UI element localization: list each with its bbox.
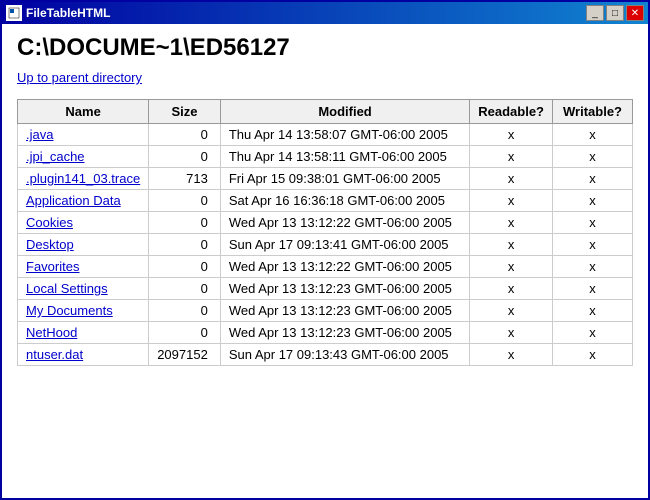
directory-path: C:\DOCUME~1\ED56127 <box>17 34 633 62</box>
file-modified-cell: Fri Apr 15 09:38:01 GMT-06:00 2005 <box>220 168 469 190</box>
file-modified-cell: Sun Apr 17 09:13:41 GMT-06:00 2005 <box>220 234 469 256</box>
file-name-link[interactable]: Application Data <box>26 193 121 208</box>
file-writable-cell: x <box>553 212 633 234</box>
file-readable-cell: x <box>470 300 553 322</box>
column-header-modified: Modified <box>220 100 469 124</box>
file-modified-cell: Wed Apr 13 13:12:23 GMT-06:00 2005 <box>220 322 469 344</box>
file-name-cell: My Documents <box>18 300 149 322</box>
file-readable-cell: x <box>470 234 553 256</box>
file-modified-cell: Wed Apr 13 13:12:23 GMT-06:00 2005 <box>220 300 469 322</box>
file-name-link[interactable]: Cookies <box>26 215 73 230</box>
file-modified-cell: Wed Apr 13 13:12:23 GMT-06:00 2005 <box>220 278 469 300</box>
file-name-cell: Favorites <box>18 256 149 278</box>
main-window: FileTableHTML _ □ ✕ C:\DOCUME~1\ED56127 … <box>0 0 650 500</box>
table-row: Application Data 0Sat Apr 16 16:36:18 GMT… <box>18 190 633 212</box>
file-readable-cell: x <box>470 322 553 344</box>
table-row: Desktop 0Sun Apr 17 09:13:41 GMT-06:00 20… <box>18 234 633 256</box>
file-size-cell: 0 <box>149 256 221 278</box>
file-writable-cell: x <box>553 190 633 212</box>
file-name-cell: Desktop <box>18 234 149 256</box>
file-readable-cell: x <box>470 212 553 234</box>
file-size-cell: 0 <box>149 146 221 168</box>
close-button[interactable]: ✕ <box>626 5 644 21</box>
file-name-link[interactable]: .plugin141_03.trace <box>26 171 140 186</box>
file-name-link[interactable]: Favorites <box>26 259 79 274</box>
table-row: Local Settings 0Wed Apr 13 13:12:23 GMT-0… <box>18 278 633 300</box>
file-readable-cell: x <box>470 168 553 190</box>
content-area: C:\DOCUME~1\ED56127 Up to parent directo… <box>2 24 648 498</box>
file-writable-cell: x <box>553 168 633 190</box>
file-writable-cell: x <box>553 146 633 168</box>
table-row: .jpi_cache 0Thu Apr 14 13:58:11 GMT-06:00… <box>18 146 633 168</box>
table-row: .java 0Thu Apr 14 13:58:07 GMT-06:00 2005… <box>18 124 633 146</box>
file-name-link[interactable]: My Documents <box>26 303 113 318</box>
file-writable-cell: x <box>553 234 633 256</box>
table-row: ntuser.dat 2097152Sun Apr 17 09:13:43 GMT… <box>18 344 633 366</box>
file-readable-cell: x <box>470 146 553 168</box>
table-row: NetHood 0Wed Apr 13 13:12:23 GMT-06:00 20… <box>18 322 633 344</box>
table-row: .plugin141_03.trace 713Fri Apr 15 09:38:0… <box>18 168 633 190</box>
file-name-cell: ntuser.dat <box>18 344 149 366</box>
file-readable-cell: x <box>470 344 553 366</box>
title-bar-left: FileTableHTML <box>6 5 110 21</box>
file-writable-cell: x <box>553 124 633 146</box>
column-header-name: Name <box>18 100 149 124</box>
file-modified-cell: Wed Apr 13 13:12:22 GMT-06:00 2005 <box>220 256 469 278</box>
file-name-cell: .plugin141_03.trace <box>18 168 149 190</box>
file-modified-cell: Sat Apr 16 16:36:18 GMT-06:00 2005 <box>220 190 469 212</box>
window-icon <box>6 5 22 21</box>
file-readable-cell: x <box>470 278 553 300</box>
file-name-cell: Application Data <box>18 190 149 212</box>
parent-directory-link[interactable]: Up to parent directory <box>17 70 633 85</box>
window-title: FileTableHTML <box>26 6 110 20</box>
file-readable-cell: x <box>470 256 553 278</box>
table-header-row: Name Size Modified Readable? Writable? <box>18 100 633 124</box>
file-writable-cell: x <box>553 256 633 278</box>
column-header-size: Size <box>149 100 221 124</box>
file-modified-cell: Wed Apr 13 13:12:22 GMT-06:00 2005 <box>220 212 469 234</box>
file-size-cell: 0 <box>149 322 221 344</box>
file-modified-cell: Sun Apr 17 09:13:43 GMT-06:00 2005 <box>220 344 469 366</box>
file-size-cell: 0 <box>149 124 221 146</box>
file-writable-cell: x <box>553 278 633 300</box>
minimize-button[interactable]: _ <box>586 5 604 21</box>
file-name-link[interactable]: Local Settings <box>26 281 108 296</box>
file-name-cell: Cookies <box>18 212 149 234</box>
maximize-button[interactable]: □ <box>606 5 624 21</box>
file-name-link[interactable]: .jpi_cache <box>26 149 85 164</box>
file-name-link[interactable]: NetHood <box>26 325 77 340</box>
file-table-body: .java0Thu Apr 14 13:58:07 GMT-06:00 2005… <box>18 124 633 366</box>
file-size-cell: 0 <box>149 190 221 212</box>
file-name-link[interactable]: .java <box>26 127 53 142</box>
file-writable-cell: x <box>553 344 633 366</box>
file-writable-cell: x <box>553 322 633 344</box>
file-name-link[interactable]: ntuser.dat <box>26 347 83 362</box>
file-readable-cell: x <box>470 124 553 146</box>
column-header-readable: Readable? <box>470 100 553 124</box>
file-name-cell: .java <box>18 124 149 146</box>
file-modified-cell: Thu Apr 14 13:58:07 GMT-06:00 2005 <box>220 124 469 146</box>
file-size-cell: 0 <box>149 300 221 322</box>
table-row: Cookies 0Wed Apr 13 13:12:22 GMT-06:00 20… <box>18 212 633 234</box>
file-size-cell: 0 <box>149 278 221 300</box>
file-modified-cell: Thu Apr 14 13:58:11 GMT-06:00 2005 <box>220 146 469 168</box>
file-size-cell: 713 <box>149 168 221 190</box>
title-buttons: _ □ ✕ <box>586 5 644 21</box>
file-size-cell: 0 <box>149 234 221 256</box>
table-row: My Documents 0Wed Apr 13 13:12:23 GMT-06:… <box>18 300 633 322</box>
file-name-cell: Local Settings <box>18 278 149 300</box>
title-bar: FileTableHTML _ □ ✕ <box>2 2 648 24</box>
file-name-cell: NetHood <box>18 322 149 344</box>
file-size-cell: 2097152 <box>149 344 221 366</box>
file-name-cell: .jpi_cache <box>18 146 149 168</box>
file-readable-cell: x <box>470 190 553 212</box>
file-writable-cell: x <box>553 300 633 322</box>
file-name-link[interactable]: Desktop <box>26 237 74 252</box>
file-size-cell: 0 <box>149 212 221 234</box>
table-row: Favorites 0Wed Apr 13 13:12:22 GMT-06:00 … <box>18 256 633 278</box>
file-table: Name Size Modified Readable? Writable? .… <box>17 99 633 366</box>
column-header-writable: Writable? <box>553 100 633 124</box>
